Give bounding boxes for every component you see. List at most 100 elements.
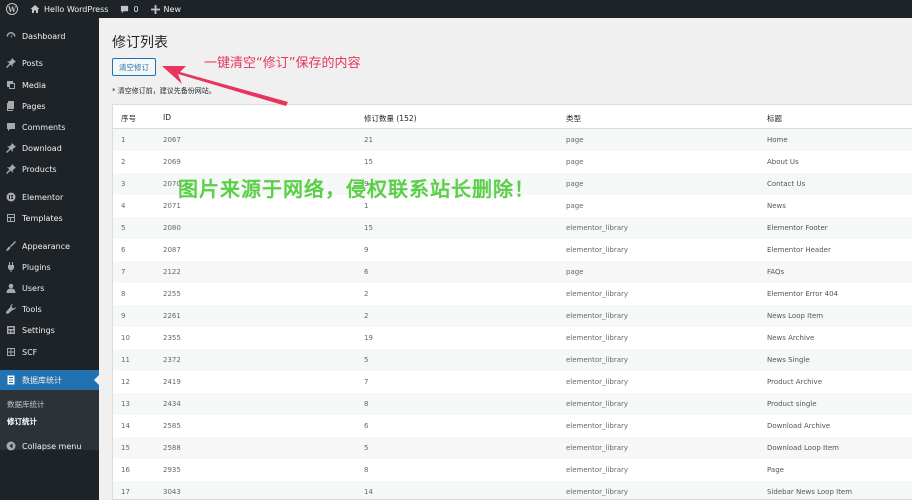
- wrench-icon: [6, 304, 16, 314]
- table-row: 12 2419 7 elementor_library Product Archive: [113, 371, 912, 393]
- sidebar-item-label: Download: [22, 143, 62, 153]
- sidebar-item-templates[interactable]: Templates: [0, 208, 99, 228]
- comments-count: 0: [133, 4, 139, 14]
- brush-icon: [6, 241, 16, 251]
- page-title: 修订列表: [112, 35, 168, 51]
- table-row: 2 2069 15 page About Us: [113, 151, 912, 173]
- cell-title: Sidebar News Loop Item: [767, 488, 853, 496]
- sidebar-item-products[interactable]: Products: [0, 159, 99, 179]
- elementor-icon: [6, 192, 16, 202]
- cell-type: elementor_library: [566, 400, 629, 408]
- table-row: 16 2935 8 elementor_library Page: [113, 459, 912, 481]
- table-row: 6 2087 9 elementor_library Elementor Header: [113, 239, 912, 261]
- cell-revision-count: 6: [364, 268, 369, 276]
- comment-icon: [121, 5, 129, 13]
- sidebar-item-pages[interactable]: Pages: [0, 96, 99, 116]
- sidebar-item-media[interactable]: Media: [0, 75, 99, 95]
- cell-index: 14: [121, 422, 130, 430]
- sidebar-item-label: Settings: [22, 325, 55, 335]
- site-name-link[interactable]: Hello WordPress: [24, 0, 114, 18]
- plus-icon: [150, 4, 160, 14]
- cell-index: 2: [121, 158, 126, 166]
- cell-title: Home: [767, 136, 788, 144]
- cell-revision-count: 6: [364, 422, 369, 430]
- cell-index: 7: [121, 268, 126, 276]
- cell-id: 2355: [163, 334, 181, 342]
- cell-id: 2071: [163, 202, 181, 210]
- sidebar-item-appearance[interactable]: Appearance: [0, 236, 99, 256]
- sidebar-item-database-stats[interactable]: 数据库统计: [0, 370, 99, 390]
- cell-revision-count: 5: [364, 444, 369, 452]
- grid-icon: [6, 347, 16, 357]
- cell-type: page: [566, 136, 584, 144]
- cell-revision-count: 21: [364, 136, 373, 144]
- clear-revisions-button[interactable]: 清空修订: [112, 58, 156, 76]
- site-name: Hello WordPress: [44, 4, 109, 14]
- sidebar-item-label: Tools: [22, 304, 42, 314]
- sidebar-item-comments[interactable]: Comments: [0, 117, 99, 137]
- cell-title: Download Archive: [767, 422, 831, 430]
- cell-revision-count: 8: [364, 466, 369, 474]
- cell-index: 12: [121, 378, 130, 386]
- sidebar-item-download[interactable]: Download: [0, 138, 99, 158]
- admin-sidebar: Dashboard Posts Media Pages Comments Dow…: [0, 18, 99, 500]
- cell-revision-count: 5: [364, 356, 369, 364]
- cell-id: 2122: [163, 268, 181, 276]
- sidebar-item-plugins[interactable]: Plugins: [0, 257, 99, 277]
- cell-title: News Single: [767, 356, 810, 364]
- user-icon: [6, 283, 16, 293]
- cell-index: 17: [121, 488, 130, 496]
- cell-type: elementor_library: [566, 466, 629, 474]
- collapse-menu-button[interactable]: Collapse menu: [0, 436, 99, 456]
- sidebar-item-scf[interactable]: SCF: [0, 342, 99, 362]
- cell-index: 13: [121, 400, 130, 408]
- new-content-link[interactable]: New: [145, 0, 187, 18]
- pin-icon: [6, 164, 16, 174]
- wp-logo-menu[interactable]: W: [0, 0, 24, 18]
- cell-type: page: [566, 268, 584, 276]
- cell-title: Page: [767, 466, 784, 474]
- cell-id: 2372: [163, 356, 181, 364]
- comments-link[interactable]: 0: [114, 0, 144, 18]
- collapse-menu-label: Collapse menu: [22, 441, 82, 451]
- submenu-item-database-stats[interactable]: 数据库统计: [7, 399, 45, 410]
- cell-id: 2087: [163, 246, 181, 254]
- sidebar-item-label: SCF: [22, 347, 38, 357]
- cell-id: 2419: [163, 378, 181, 386]
- cell-index: 4: [121, 202, 126, 210]
- sidebar-item-label: Media: [22, 80, 47, 90]
- pin-icon: [6, 143, 16, 153]
- sidebar-item-dashboard[interactable]: Dashboard: [0, 26, 99, 46]
- cell-id: 2588: [163, 444, 181, 452]
- cell-type: elementor_library: [566, 334, 629, 342]
- cell-revision-count: 19: [364, 334, 373, 342]
- cell-type: page: [566, 180, 584, 188]
- sidebar-item-elementor[interactable]: Elementor: [0, 187, 99, 207]
- cell-revision-count: 9: [364, 246, 369, 254]
- cell-revision-count: 15: [364, 224, 373, 232]
- sidebar-item-tools[interactable]: Tools: [0, 299, 99, 319]
- table-row: 5 2080 15 elementor_library Elementor Footer: [113, 217, 912, 239]
- sidebar-item-label: Templates: [22, 213, 63, 223]
- cell-revision-count: 1: [364, 202, 369, 210]
- sidebar-item-label: Plugins: [22, 262, 51, 272]
- table-row: 10 2355 19 elementor_library News Archive: [113, 327, 912, 349]
- sidebar-item-users[interactable]: Users: [0, 278, 99, 298]
- cell-title: Product Archive: [767, 378, 822, 386]
- cell-type: elementor_library: [566, 224, 629, 232]
- pin-icon: [6, 58, 16, 68]
- cell-title: News: [767, 202, 786, 210]
- admin-bar: W Hello WordPress 0 New: [0, 0, 912, 18]
- sidebar-item-posts[interactable]: Posts: [0, 53, 99, 73]
- sidebar-item-settings[interactable]: Settings: [0, 320, 99, 340]
- cell-index: 9: [121, 312, 126, 320]
- submenu-item-revision-stats[interactable]: 修订统计: [7, 416, 37, 427]
- column-header-revision-count: 修订数量 (152): [364, 114, 417, 123]
- sidebar-item-label: 数据库统计: [22, 375, 62, 385]
- cell-index: 5: [121, 224, 126, 232]
- table-row: 14 2585 6 elementor_library Download Archive: [113, 415, 912, 437]
- table-row: 17 3043 14 elementor_library Sidebar News Lo…: [113, 481, 912, 499]
- cell-id: 2255: [163, 290, 181, 298]
- sidebar-item-label: Pages: [22, 101, 46, 111]
- collapse-icon: [6, 441, 16, 451]
